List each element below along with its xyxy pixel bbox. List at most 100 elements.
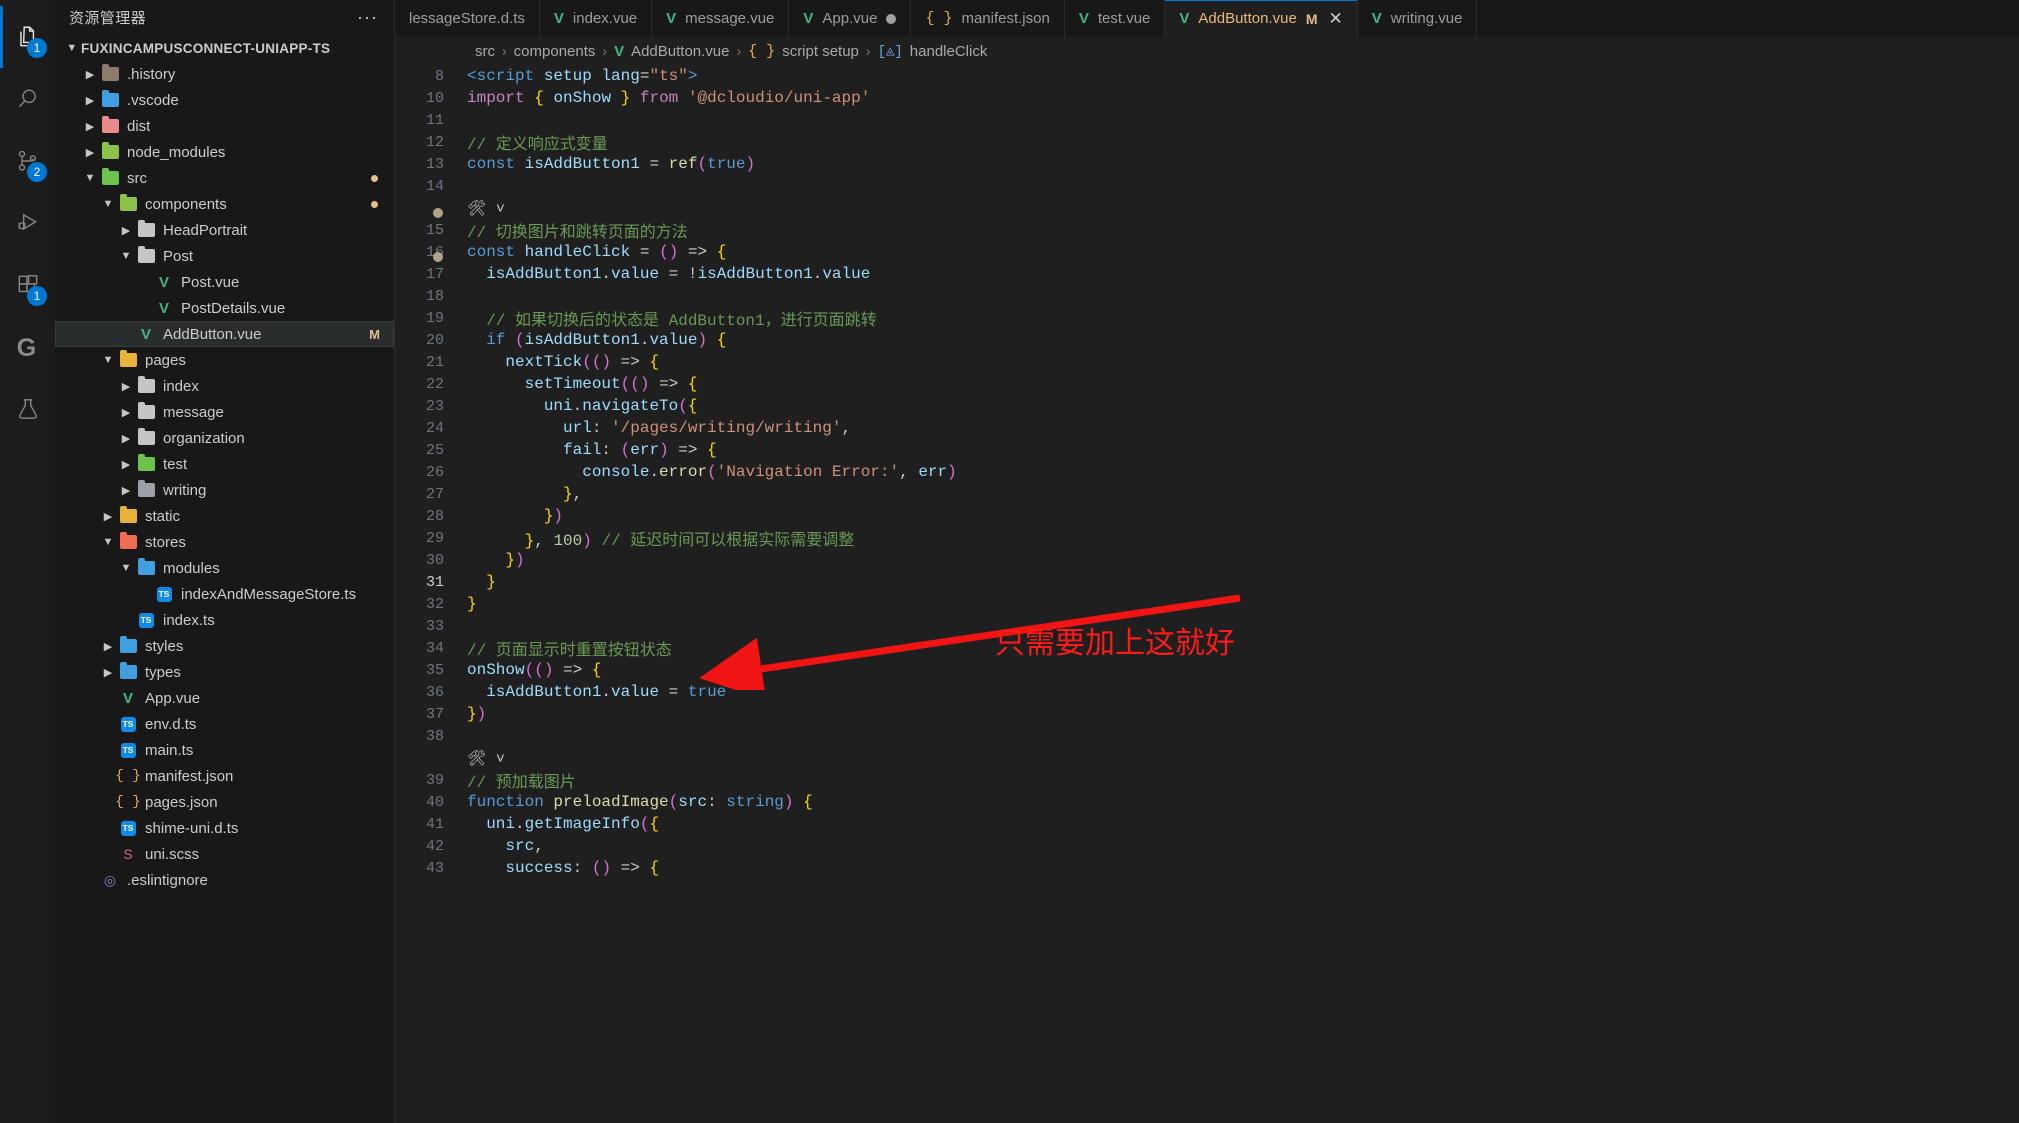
breadcrumb-item[interactable]: handleClick — [910, 43, 988, 60]
code-line[interactable]: 36 isAddButton1.value = true — [395, 681, 2019, 703]
vue-codelens-icon[interactable]: 🛠 — [457, 199, 486, 217]
code-line[interactable]: 15 // 切换图片和跳转页面的方法 — [395, 219, 2019, 243]
code-line[interactable]: 26 console.error('Navigation Error:', er… — [395, 461, 2019, 483]
code-line[interactable]: 34 // 页面显示时重置按钮状态 — [395, 637, 2019, 661]
vue-codelens-icon[interactable]: 🛠 — [457, 749, 486, 767]
editor-tab-index-vue[interactable]: Vindex.vue — [539, 0, 653, 37]
code-line[interactable]: 35 onShow(() => { — [395, 659, 2019, 681]
chevron-right-icon[interactable]: ▶ — [117, 406, 135, 419]
chevron-right-icon[interactable]: ▶ — [117, 432, 135, 445]
code-line[interactable]: 13 const isAddButton1 = ref(true) — [395, 153, 2019, 175]
code-line[interactable]: 29 }, 100) // 延迟时间可以根据实际需要调整 — [395, 527, 2019, 551]
code-line[interactable]: 30 }) — [395, 549, 2019, 571]
file-tree[interactable]: ▼ FUXINCAMPUSCONNECT-UNIAPP-TS ▶ .history… — [55, 35, 394, 1123]
tree-item-post-vue[interactable]: V Post.vue — [55, 269, 394, 295]
tree-item-shime-uni-d-ts[interactable]: TS shime-uni.d.ts — [55, 815, 394, 841]
tree-item-indexandmessagestore-ts[interactable]: TS indexAndMessageStore.ts — [55, 581, 394, 607]
code-line[interactable]: 21 nextTick(() => { — [395, 351, 2019, 373]
tree-item-manifest-json[interactable]: { } manifest.json — [55, 763, 394, 789]
code-line[interactable]: 42 src, — [395, 835, 2019, 857]
activity-bar-item-explorer[interactable]: 1 — [0, 6, 55, 68]
code-line[interactable]: 19 // 如果切换后的状态是 AddButton1，进行页面跳转 — [395, 307, 2019, 331]
code-line[interactable]: 8 <script setup lang="ts"> — [395, 65, 2019, 87]
tree-item--eslintignore[interactable]: ◎ .eslintignore — [55, 867, 394, 893]
chevron-down-icon[interactable]: ˅ — [486, 200, 505, 217]
codelens-row[interactable]: 🛠 ˅ — [395, 747, 2019, 769]
tree-item-index-ts[interactable]: TS index.ts — [55, 607, 394, 633]
code-line[interactable]: 18 — [395, 285, 2019, 307]
tree-item-static[interactable]: ▶ static — [55, 503, 394, 529]
tree-item-main-ts[interactable]: TS main.ts — [55, 737, 394, 763]
activity-bar-item-search[interactable] — [0, 68, 55, 130]
tree-item-src[interactable]: ▼ src — [55, 165, 394, 191]
tree-root-folder[interactable]: ▼ FUXINCAMPUSCONNECT-UNIAPP-TS — [55, 35, 394, 61]
code-line[interactable]: 12 // 定义响应式变量 — [395, 131, 2019, 155]
tree-item-index[interactable]: ▶ index — [55, 373, 394, 399]
code-editor[interactable]: 8 <script setup lang="ts"> 10 import { onSh… — [395, 65, 2019, 1123]
breadcrumb-item[interactable]: src — [475, 43, 495, 60]
code-line[interactable]: 11 — [395, 109, 2019, 131]
tree-item-addbutton-vue[interactable]: V AddButton.vue M — [55, 321, 394, 347]
tree-item-test[interactable]: ▶ test — [55, 451, 394, 477]
code-line[interactable]: 27 }, — [395, 483, 2019, 505]
code-line[interactable]: 10 import { onShow } from '@dcloudio/uni-… — [395, 87, 2019, 109]
chevron-right-icon[interactable]: ▶ — [117, 380, 135, 393]
close-icon[interactable]: ✕ — [1328, 10, 1342, 27]
tree-item-writing[interactable]: ▶ writing — [55, 477, 394, 503]
code-line[interactable]: 16 const handleClick = () => { — [395, 241, 2019, 263]
chevron-down-icon[interactable]: ▼ — [99, 354, 117, 366]
chevron-down-icon[interactable]: ▼ — [117, 250, 135, 262]
tree-item-env-d-ts[interactable]: TS env.d.ts — [55, 711, 394, 737]
activity-bar-item-extensions[interactable]: 1 — [0, 254, 55, 316]
code-line[interactable]: 39 // 预加载图片 — [395, 769, 2019, 793]
tree-item-post[interactable]: ▼ Post — [55, 243, 394, 269]
breadcrumb[interactable]: src › components › V AddButton.vue › { } script … — [395, 37, 2019, 65]
tree-item-uni-scss[interactable]: Suni.scss — [55, 841, 394, 867]
tree-item-node-modules[interactable]: ▶ node_modules — [55, 139, 394, 165]
code-line[interactable]: 38 — [395, 725, 2019, 747]
breadcrumb-item[interactable]: AddButton.vue — [631, 43, 729, 60]
editor-tab-manifest-json[interactable]: { } manifest.json — [911, 0, 1065, 37]
chevron-right-icon[interactable]: ▶ — [99, 510, 117, 523]
tree-item-app-vue[interactable]: V App.vue — [55, 685, 394, 711]
code-line[interactable]: 43 success: () => { — [395, 857, 2019, 879]
chevron-right-icon[interactable]: ▶ — [81, 146, 99, 159]
activity-bar-item-run-and-debug[interactable] — [0, 192, 55, 254]
chevron-down-icon[interactable]: ˅ — [486, 750, 505, 767]
tree-item-dist[interactable]: ▶ dist — [55, 113, 394, 139]
tree-item-organization[interactable]: ▶ organization — [55, 425, 394, 451]
code-line[interactable]: 40 function preloadImage(src: string) { — [395, 791, 2019, 813]
chevron-right-icon[interactable]: ▶ — [117, 224, 135, 237]
code-line[interactable]: 20 if (isAddButton1.value) { — [395, 329, 2019, 351]
activity-bar-item-testing[interactable] — [0, 378, 55, 440]
code-line[interactable]: 33 — [395, 615, 2019, 637]
editor-tab-lessagestore-d-ts[interactable]: lessageStore.d.ts — [395, 0, 540, 37]
editor-tab-test-vue[interactable]: Vtest.vue — [1064, 0, 1166, 37]
editor-tab-bar[interactable]: lessageStore.d.ts Vindex.vue Vmessage.vue V… — [395, 0, 2019, 37]
tree-item--vscode[interactable]: ▶ .vscode — [55, 87, 394, 113]
tree-item--history[interactable]: ▶ .history — [55, 61, 394, 87]
tree-item-components[interactable]: ▼ components — [55, 191, 394, 217]
tree-item-postdetails-vue[interactable]: V PostDetails.vue — [55, 295, 394, 321]
code-line[interactable]: 24 url: '/pages/writing/writing', — [395, 417, 2019, 439]
code-line[interactable]: 37}) — [395, 703, 2019, 725]
codelens-row[interactable]: 🛠 ˅ — [395, 197, 2019, 219]
chevron-right-icon[interactable]: ▶ — [117, 484, 135, 497]
breadcrumb-item[interactable]: script setup — [782, 43, 859, 60]
breakpoint-dot[interactable] — [433, 208, 443, 218]
editor-tab-writing-vue[interactable]: Vwriting.vue — [1357, 0, 1478, 37]
tree-item-stores[interactable]: ▼ stores — [55, 529, 394, 555]
chevron-down-icon[interactable]: ▼ — [99, 536, 117, 548]
activity-bar-item-source-control[interactable]: 2 — [0, 130, 55, 192]
chevron-right-icon[interactable]: ▶ — [81, 68, 99, 81]
chevron-down-icon[interactable]: ▼ — [117, 562, 135, 574]
editor-tab-message-vue[interactable]: Vmessage.vue — [652, 0, 790, 37]
code-line[interactable]: 22 setTimeout(() => { — [395, 373, 2019, 395]
tab-dirty-dot[interactable] — [886, 13, 897, 24]
tree-item-headportrait[interactable]: ▶ HeadPortrait — [55, 217, 394, 243]
tree-item-styles[interactable]: ▶ styles — [55, 633, 394, 659]
breadcrumb-item[interactable]: components — [514, 43, 596, 60]
tree-item-pages[interactable]: ▼ pages — [55, 347, 394, 373]
editor-tab-app-vue[interactable]: V App.vue — [789, 0, 912, 37]
code-line[interactable]: 14 — [395, 175, 2019, 197]
